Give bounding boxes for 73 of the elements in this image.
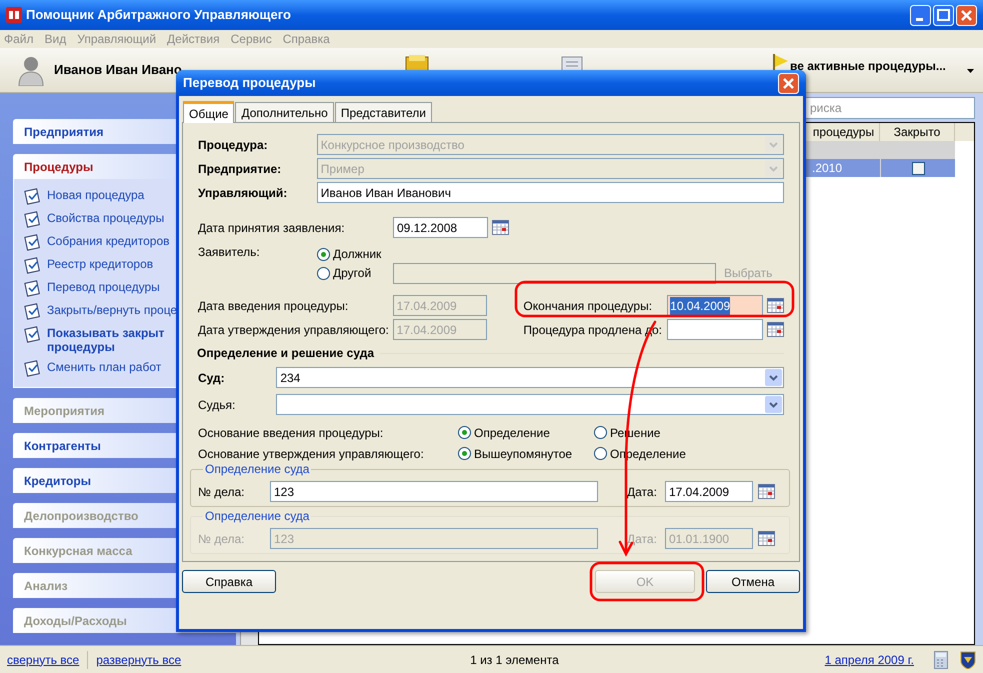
link[interactable]: свернуть все (7, 650, 80, 668)
date-field[interactable] (667, 319, 763, 340)
dropdown-field[interactable] (276, 394, 784, 415)
app-icon (6, 7, 22, 23)
radio-circle-icon (458, 447, 471, 460)
field-label: Дата принятия заявления: (198, 220, 346, 236)
date-field[interactable]: 09.12.2008 (393, 217, 488, 238)
user-silhouette-icon (18, 54, 44, 86)
close-button[interactable] (778, 72, 799, 94)
field-label: Управляющий: (198, 184, 288, 202)
radio-circle-icon (458, 426, 471, 439)
task-link[interactable]: Новая процедура (47, 188, 144, 202)
dialog-button: OK (595, 570, 695, 593)
date-link[interactable]: 1 апреля 2009 г. (824, 650, 914, 668)
dialog-title: Перевод процедуры (183, 74, 317, 92)
document-icon (24, 188, 42, 205)
chevron-down-icon[interactable] (765, 396, 782, 413)
document-icon (24, 303, 42, 320)
radio-button[interactable]: Вышеупомянутое (458, 444, 594, 462)
table-cell-text: .2010 (812, 160, 844, 177)
task-link[interactable]: Свойства процедуры (47, 211, 164, 225)
dropdown-field[interactable]: 234 (276, 367, 784, 388)
chevron-down-icon[interactable] (765, 369, 782, 386)
emblem-icon[interactable] (960, 650, 976, 668)
document-icon (24, 280, 42, 297)
date-field[interactable]: 17.04.2009 (665, 481, 753, 502)
document-icon (24, 234, 42, 251)
document-icon (24, 326, 42, 343)
field-label: Заявитель: (198, 244, 261, 261)
task-link[interactable]: Показывать закрыт процедуры (47, 326, 164, 354)
maximize-button[interactable] (933, 4, 954, 26)
radio-circle-icon (317, 266, 330, 280)
task-link[interactable]: Сменить план работ (47, 360, 162, 374)
dialog-button[interactable]: Отмена (706, 570, 800, 593)
filter-label: ве активные процедуры... (790, 58, 946, 75)
radio-circle-icon (594, 426, 607, 439)
window-title: Помощник Арбитражного Управляющего (26, 6, 292, 24)
task-link[interactable]: Собрания кредиторов (47, 234, 170, 248)
radio-circle-icon (317, 248, 330, 260)
section-title: Определение и решение суда (197, 345, 374, 362)
field-label: Дата введения процедуры: (198, 298, 350, 314)
calendar-icon[interactable] (767, 298, 784, 313)
field-label: Окончания процедуры: (523, 298, 654, 314)
checkbox[interactable] (912, 162, 924, 174)
task-link[interactable]: Перевод процедуры (47, 280, 160, 294)
document-icon (24, 211, 42, 228)
calendar-icon[interactable] (767, 322, 784, 337)
field-label: Дата: (627, 484, 658, 500)
caret-icon[interactable] (967, 69, 974, 73)
user-name: Иванов Иван Ивано (54, 61, 182, 80)
document-icon (24, 360, 42, 377)
close-button[interactable] (956, 4, 977, 26)
tab[interactable]: Дополнительно (235, 102, 334, 122)
calendar-icon[interactable] (758, 484, 775, 499)
item-count: 1 из 1 элемента (470, 652, 559, 668)
field-label: Дата утверждения управляющего: (198, 322, 390, 338)
radio-button[interactable]: Определение (458, 424, 594, 442)
input-field[interactable]: 123 (270, 481, 598, 502)
calculator-icon[interactable] (934, 650, 948, 668)
field-label: Суд: (198, 370, 226, 386)
tab[interactable]: Общие (183, 101, 234, 123)
radio-circle-icon (594, 447, 607, 460)
input-field[interactable]: Иванов Иван Иванович (316, 182, 784, 203)
field-label: Судья: (198, 396, 236, 414)
link[interactable]: развернуть все (96, 650, 182, 668)
tab[interactable]: Представители (334, 102, 432, 122)
dialog-button[interactable]: Справка (182, 570, 276, 593)
task-link[interactable]: Реестр кредиторов (47, 257, 154, 271)
calendar-icon[interactable] (492, 220, 509, 235)
date-field[interactable]: 10.04.2009 (667, 295, 763, 316)
minimize-button[interactable] (910, 4, 931, 26)
document-icon (24, 257, 42, 274)
task-link[interactable]: Закрыть/вернуть проце (47, 303, 178, 317)
